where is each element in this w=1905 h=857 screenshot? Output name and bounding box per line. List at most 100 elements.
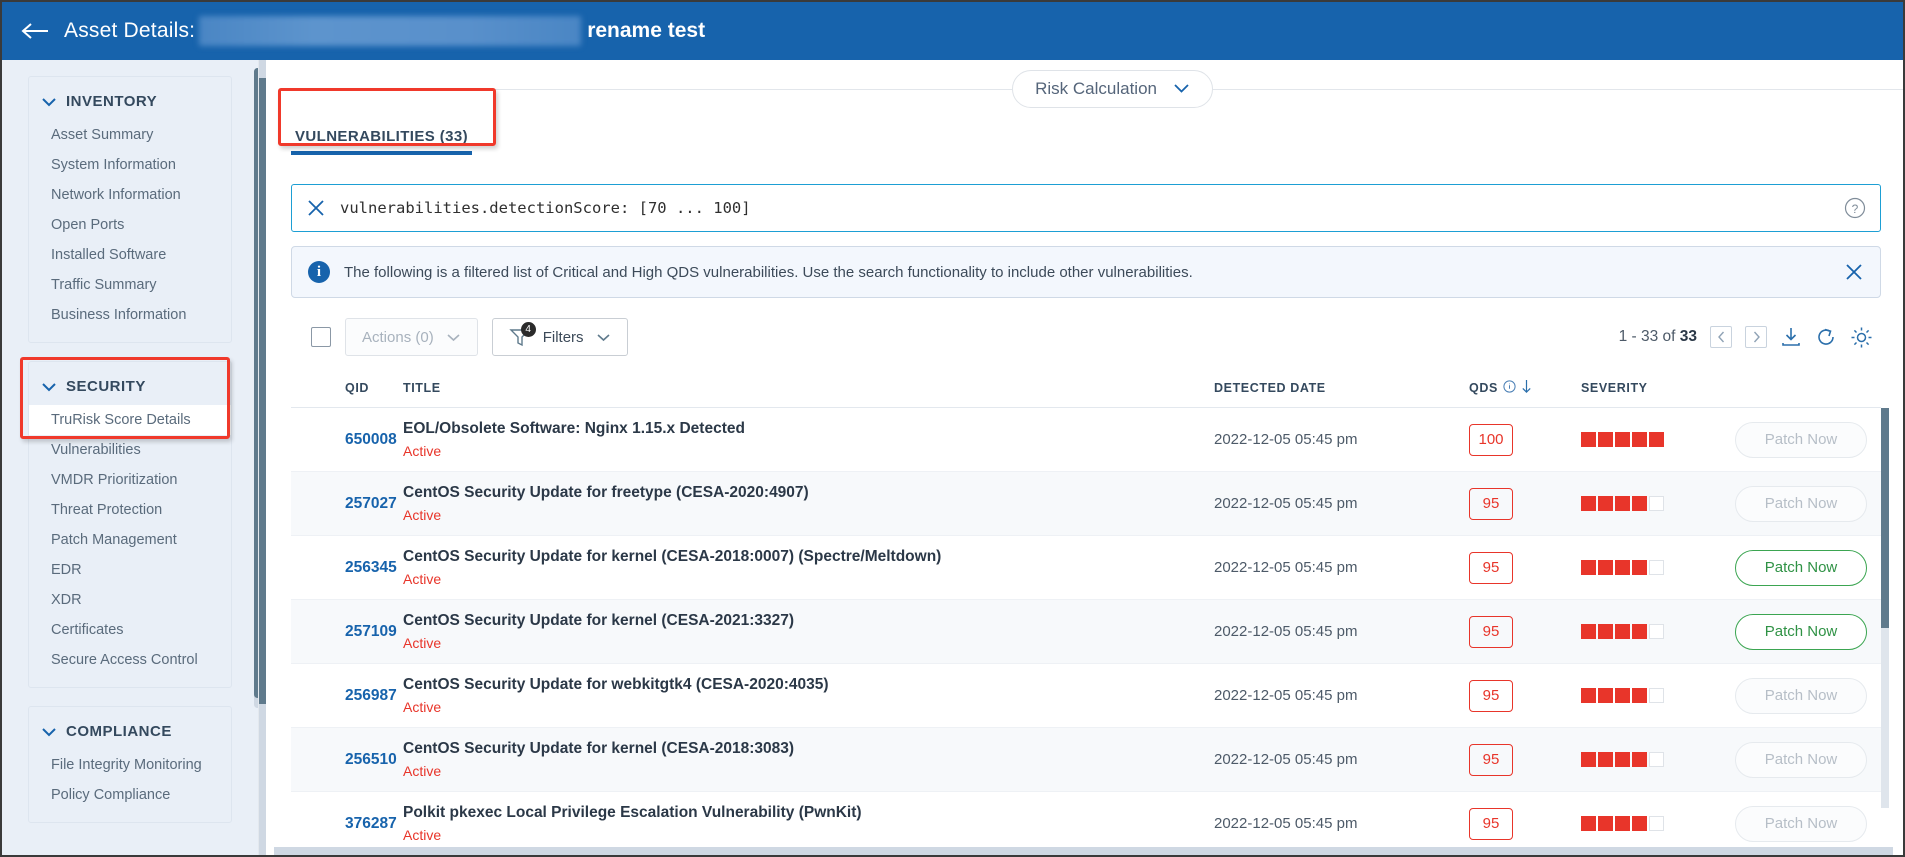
status-badge: Active [403,827,1198,843]
back-arrow-icon[interactable] [16,11,56,51]
qid-link[interactable]: 257027 [291,495,403,513]
severity-block [1598,624,1613,639]
table-row[interactable]: 256987CentOS Security Update for webkitg… [291,664,1881,728]
qds-cell: 95 [1469,680,1581,712]
sidebar-item-patch-management[interactable]: Patch Management [29,525,231,555]
qid-link[interactable]: 256987 [291,687,403,705]
sidebar-item-policy-compliance[interactable]: Policy Compliance [29,780,231,810]
gear-icon[interactable] [1850,326,1873,349]
sidebar-group-security: SECURITY TruRisk Score Details Vulnerabi… [28,361,232,688]
vulnerability-title: CentOS Security Update for kernel (CESA-… [403,740,1198,758]
window-body: INVENTORY Asset Summary System Informati… [2,60,1903,855]
vulnerability-title: CentOS Security Update for kernel (CESA-… [403,612,1198,630]
qds-badge: 100 [1469,424,1513,456]
detected-date: 2022-12-05 05:45 pm [1214,623,1469,640]
column-header-title[interactable]: TITLE [403,381,1214,395]
table-body: 650008EOL/Obsolete Software: Nginx 1.15.… [291,408,1881,855]
sort-descending-icon[interactable] [1521,379,1532,397]
table-row[interactable]: 256345CentOS Security Update for kernel … [291,536,1881,600]
severity-block [1649,624,1664,639]
qid-link[interactable]: 257109 [291,623,403,641]
sidebar-item-asset-summary[interactable]: Asset Summary [29,120,231,150]
severity-indicator [1581,752,1664,767]
patch-now-button[interactable]: Patch Now [1735,614,1867,650]
qid-link[interactable]: 256510 [291,751,403,769]
column-header-qds[interactable]: QDS [1469,379,1581,397]
table-row[interactable]: 257027CentOS Security Update for freetyp… [291,472,1881,536]
sidebar-group-header-inventory[interactable]: INVENTORY [29,87,231,120]
detected-date: 2022-12-05 05:45 pm [1214,815,1469,832]
qid-link[interactable]: 256345 [291,559,403,577]
column-header-severity[interactable]: SEVERITY [1581,381,1881,395]
tab-vulnerabilities[interactable]: VULNERABILITIES (33) [291,114,472,155]
vulnerabilities-table: QID TITLE DETECTED DATE QDS SE [291,368,1881,855]
severity-block [1649,496,1664,511]
redacted-asset-name [199,16,581,46]
sidebar-item-certificates[interactable]: Certificates [29,615,231,645]
horizontal-scrollbar[interactable] [274,847,1893,855]
detected-date: 2022-12-05 05:45 pm [1214,687,1469,704]
main-content: Risk Calculation VULNERABILITIES (33) [258,60,1903,855]
actions-dropdown[interactable]: Actions (0) [345,318,478,356]
sidebar-item-business-information[interactable]: Business Information [29,300,231,330]
sidebar-item-edr[interactable]: EDR [29,555,231,585]
sidebar-group-header-security[interactable]: SECURITY [29,372,231,405]
sidebar-item-open-ports[interactable]: Open Ports [29,210,231,240]
patch-now-button[interactable]: Patch Now [1735,550,1867,586]
next-page-button[interactable] [1745,326,1767,348]
detected-date: 2022-12-05 05:45 pm [1214,495,1469,512]
search-bar[interactable]: vulnerabilities.detectionScore: [70 ... … [291,184,1881,232]
clear-search-icon[interactable] [306,198,340,218]
sidebar-item-file-integrity-monitoring[interactable]: File Integrity Monitoring [29,750,231,780]
sidebar-item-secure-access-control[interactable]: Secure Access Control [29,645,231,675]
sidebar-item-traffic-summary[interactable]: Traffic Summary [29,270,231,300]
info-circle-icon[interactable] [1503,380,1516,396]
qid-link[interactable]: 650008 [291,431,403,449]
column-header-qid[interactable]: QID [291,381,403,395]
title-cell: CentOS Security Update for kernel (CESA-… [403,740,1214,779]
select-all-checkbox[interactable] [311,327,331,347]
pagination-total: 33 [1680,328,1697,345]
sidebar-item-xdr[interactable]: XDR [29,585,231,615]
table-row[interactable]: 376287Polkit pkexec Local Privilege Esca… [291,792,1881,855]
download-icon[interactable] [1780,326,1802,348]
table-scrollbar-thumb[interactable] [1881,408,1889,628]
main-scrollbar-thumb[interactable] [259,78,266,704]
divider-right [1213,89,1903,90]
table-row[interactable]: 256510CentOS Security Update for kernel … [291,728,1881,792]
sidebar-group-title: COMPLIANCE [66,723,172,740]
table-row[interactable]: 650008EOL/Obsolete Software: Nginx 1.15.… [291,408,1881,472]
search-input[interactable]: vulnerabilities.detectionScore: [70 ... … [340,199,751,217]
sidebar-item-network-information[interactable]: Network Information [29,180,231,210]
sidebar-item-trurisk-score-details[interactable]: TruRisk Score Details [29,405,231,435]
column-header-detected-date[interactable]: DETECTED DATE [1214,381,1469,395]
severity-block [1632,752,1647,767]
qid-link[interactable]: 376287 [291,815,403,833]
sidebar-item-installed-software[interactable]: Installed Software [29,240,231,270]
prev-page-button[interactable] [1710,326,1732,348]
filters-button[interactable]: 4 Filters [492,318,628,356]
column-header-qds-label: QDS [1469,381,1498,395]
qds-cell: 95 [1469,616,1581,648]
patch-now-button: Patch Now [1735,678,1867,714]
refresh-icon[interactable] [1815,326,1837,348]
severity-cell: Patch Now [1581,678,1881,714]
sidebar-item-system-information[interactable]: System Information [29,150,231,180]
sidebar-item-vulnerabilities[interactable]: Vulnerabilities [29,435,231,465]
help-circle-icon[interactable]: ? [1844,197,1866,219]
sidebar-group-compliance: COMPLIANCE File Integrity Monitoring Pol… [28,706,232,823]
vulnerability-title: EOL/Obsolete Software: Nginx 1.15.x Dete… [403,420,1198,438]
severity-block [1581,688,1596,703]
filters-count-badge: 4 [521,322,536,337]
sidebar-item-vmdr-prioritization[interactable]: VMDR Prioritization [29,465,231,495]
risk-calculation-dropdown[interactable]: Risk Calculation [1012,70,1213,108]
app-header: Asset Details: rename test [2,2,1903,60]
status-badge: Active [403,443,1198,459]
status-badge: Active [403,699,1198,715]
sidebar-group-header-compliance[interactable]: COMPLIANCE [29,717,231,750]
table-row[interactable]: 257109CentOS Security Update for kernel … [291,600,1881,664]
risk-calculation-row: Risk Calculation [281,60,1903,118]
close-icon[interactable] [1844,262,1864,282]
severity-block [1581,496,1596,511]
sidebar-item-threat-protection[interactable]: Threat Protection [29,495,231,525]
